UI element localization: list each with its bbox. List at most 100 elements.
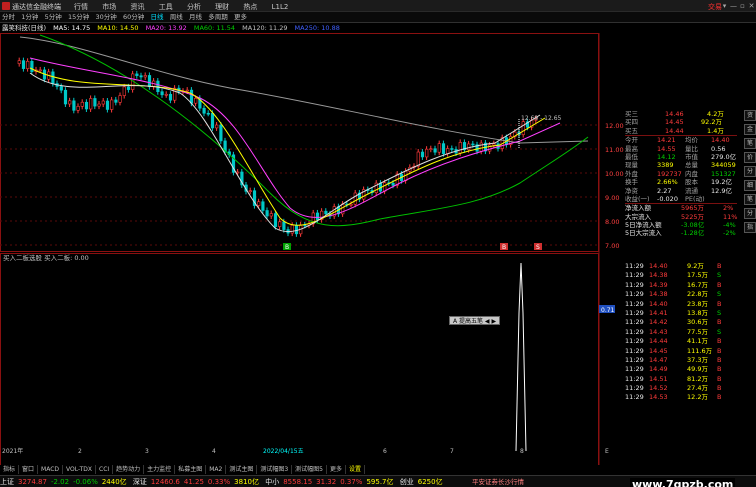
time-axis-label: 7 bbox=[450, 448, 454, 455]
maximize-icon[interactable]: ▫ bbox=[738, 2, 747, 10]
side-tab[interactable]: 笔 bbox=[744, 194, 756, 205]
tab-period[interactable]: 15分钟 bbox=[66, 12, 91, 22]
candle-body bbox=[105, 100, 110, 110]
side-tab[interactable]: 细 bbox=[744, 180, 756, 191]
indicator-tab[interactable]: MACD bbox=[38, 465, 64, 474]
tab-period[interactable]: 更多 bbox=[232, 12, 249, 22]
period-tab-bar: 分时 1分钟 5分钟 15分钟 30分钟 60分钟 日线 周线 月线 多周期 更… bbox=[0, 12, 756, 23]
indicator-tab[interactable]: 私募主图 bbox=[175, 465, 207, 474]
candle-body bbox=[114, 99, 118, 103]
menu-item[interactable]: 工具 bbox=[159, 2, 173, 12]
tab-period[interactable]: 周线 bbox=[168, 12, 185, 22]
close-icon[interactable]: ✕ bbox=[747, 2, 756, 10]
tick-row: 11:29 14.45 111.6万 B bbox=[625, 346, 722, 355]
candle-body bbox=[21, 60, 26, 69]
candle-body bbox=[294, 224, 299, 235]
fund-flow-row: 5日大宗流入 -1.28亿 -2% bbox=[625, 229, 736, 238]
price-axis-label: 9.00 bbox=[605, 194, 619, 202]
indicator-tab[interactable]: CCI bbox=[96, 465, 114, 474]
tab-period-active[interactable]: 日线 bbox=[149, 12, 166, 22]
tab-period[interactable]: 多周期 bbox=[206, 12, 230, 22]
candle-body bbox=[164, 93, 168, 96]
candle-body bbox=[219, 124, 223, 142]
candle-body bbox=[143, 75, 147, 78]
side-tab[interactable]: 笔 bbox=[744, 138, 756, 149]
candle-body bbox=[168, 93, 173, 101]
index-value: 8558.15 bbox=[283, 478, 313, 486]
quote-stat-row: 最高 14.55 量比 0.56 bbox=[625, 144, 726, 153]
candle-body bbox=[118, 95, 122, 103]
menu-item[interactable]: 分析 bbox=[187, 2, 201, 12]
time-axis-label: 4 bbox=[212, 448, 216, 455]
side-tab[interactable]: 分 bbox=[744, 208, 756, 219]
candle-body bbox=[353, 192, 357, 205]
candle-body bbox=[450, 148, 454, 150]
indicator-tab[interactable]: VOL-TDX bbox=[63, 465, 96, 474]
indicator-tab[interactable]: 更多 bbox=[327, 465, 346, 474]
indicator-tab[interactable]: 窗口 bbox=[19, 465, 39, 474]
indicator-tab[interactable]: 主力监控 bbox=[144, 465, 176, 474]
candle-body bbox=[126, 86, 131, 90]
quote-stat-row: 今开 14.21 均价 14.40 bbox=[625, 136, 730, 145]
side-tab[interactable]: 金 bbox=[744, 124, 756, 135]
indicator-tab[interactable]: 指标 bbox=[0, 465, 20, 474]
indicator-tab[interactable]: 测试主图 bbox=[226, 465, 258, 474]
candle-body bbox=[467, 143, 471, 151]
tab-period[interactable]: 月线 bbox=[187, 12, 204, 22]
tick-row: 11:29 14.40 23.8万 B bbox=[625, 299, 722, 308]
app-title: 通达信金融终端 bbox=[12, 3, 61, 11]
minimize-icon[interactable]: — bbox=[729, 2, 738, 10]
quote-panel: 买三 14.46 4.2万 买四 14.45 92.2万 买五 14.44 1.4万 今开 1… bbox=[625, 110, 738, 238]
window-controls: ▾ — ▫ ✕ bbox=[720, 2, 756, 10]
candle-body bbox=[391, 182, 395, 186]
indicator-tab[interactable]: MA2 bbox=[206, 465, 227, 474]
candle-body bbox=[135, 73, 139, 77]
indicator-tab[interactable]: 趋势动力 bbox=[113, 465, 145, 474]
ma-value: MA60: 11.54 bbox=[193, 24, 236, 32]
tick-row: 11:29 14.39 16.7万 B bbox=[625, 280, 722, 289]
menu-item[interactable]: 热点 bbox=[243, 2, 257, 12]
app-logo-icon bbox=[2, 2, 10, 10]
tick-row: 11:29 14.49 49.9万 B bbox=[625, 365, 722, 374]
side-tab[interactable]: 指 bbox=[744, 222, 756, 233]
candle-body bbox=[210, 112, 215, 129]
indicator-tab[interactable]: 测试幅图3 bbox=[257, 465, 293, 474]
tab-period[interactable]: 5分钟 bbox=[43, 12, 64, 22]
candle-body bbox=[273, 213, 278, 227]
index-value: 3274.87 bbox=[18, 478, 47, 486]
candle-body bbox=[139, 75, 143, 78]
tab-period[interactable]: 1分钟 bbox=[19, 12, 40, 22]
tab-period[interactable]: 60分钟 bbox=[121, 12, 146, 22]
menu-item[interactable]: L1L2 bbox=[272, 3, 289, 11]
candle-body bbox=[416, 151, 420, 167]
tick-row: 11:29 14.42 30.6万 B bbox=[625, 318, 722, 327]
menu-item[interactable]: 理财 bbox=[215, 2, 229, 12]
buy-marker-label: B bbox=[285, 244, 289, 251]
ma20-line bbox=[29, 57, 561, 218]
side-tab[interactable]: 价 bbox=[744, 152, 756, 163]
candle-body bbox=[160, 91, 164, 96]
tick-row: 11:29 14.38 22.8万 S bbox=[625, 290, 722, 299]
signal-spike-line bbox=[515, 262, 527, 452]
dropdown-icon[interactable]: ▾ bbox=[720, 2, 729, 10]
tick-row: 11:29 14.47 37.3万 B bbox=[625, 355, 722, 364]
tick-list: 11:29 14.40 9.2万 B 11:29 14.38 17.5万 S 11:29 14.3… bbox=[625, 262, 737, 403]
price-axis-label: 7.00 bbox=[605, 242, 619, 250]
menu-item[interactable]: 市场 bbox=[102, 2, 116, 12]
ma-value: MA10: 14.50 bbox=[97, 24, 139, 32]
tab-period[interactable]: 分时 bbox=[0, 12, 17, 22]
menu-item[interactable]: 行情 bbox=[74, 2, 88, 12]
indicator-tab[interactable]: 设置 bbox=[346, 465, 366, 474]
chart-area[interactable]: 12.00 11.00 10.00 9.00 8.00 7.00 12.69 -… bbox=[0, 33, 625, 465]
side-tab[interactable]: 分 bbox=[744, 166, 756, 177]
side-tab[interactable]: 资 bbox=[744, 110, 756, 121]
candle-body bbox=[257, 201, 261, 206]
menu-item[interactable]: 资讯 bbox=[130, 2, 144, 12]
candle-body bbox=[433, 148, 437, 153]
ma-indicator-line: 露笑科技(日线) MA5: 14.75 MA10: 14.50 MA20: 13… bbox=[2, 23, 345, 33]
tab-period[interactable]: 30分钟 bbox=[94, 12, 119, 22]
indicator-tab[interactable]: 测试幅图5 bbox=[292, 465, 327, 474]
candle-body bbox=[315, 212, 320, 220]
popup-toolbar[interactable]: A 提高五笔 ◀ ▶ bbox=[449, 316, 501, 325]
candle-body bbox=[101, 100, 105, 105]
